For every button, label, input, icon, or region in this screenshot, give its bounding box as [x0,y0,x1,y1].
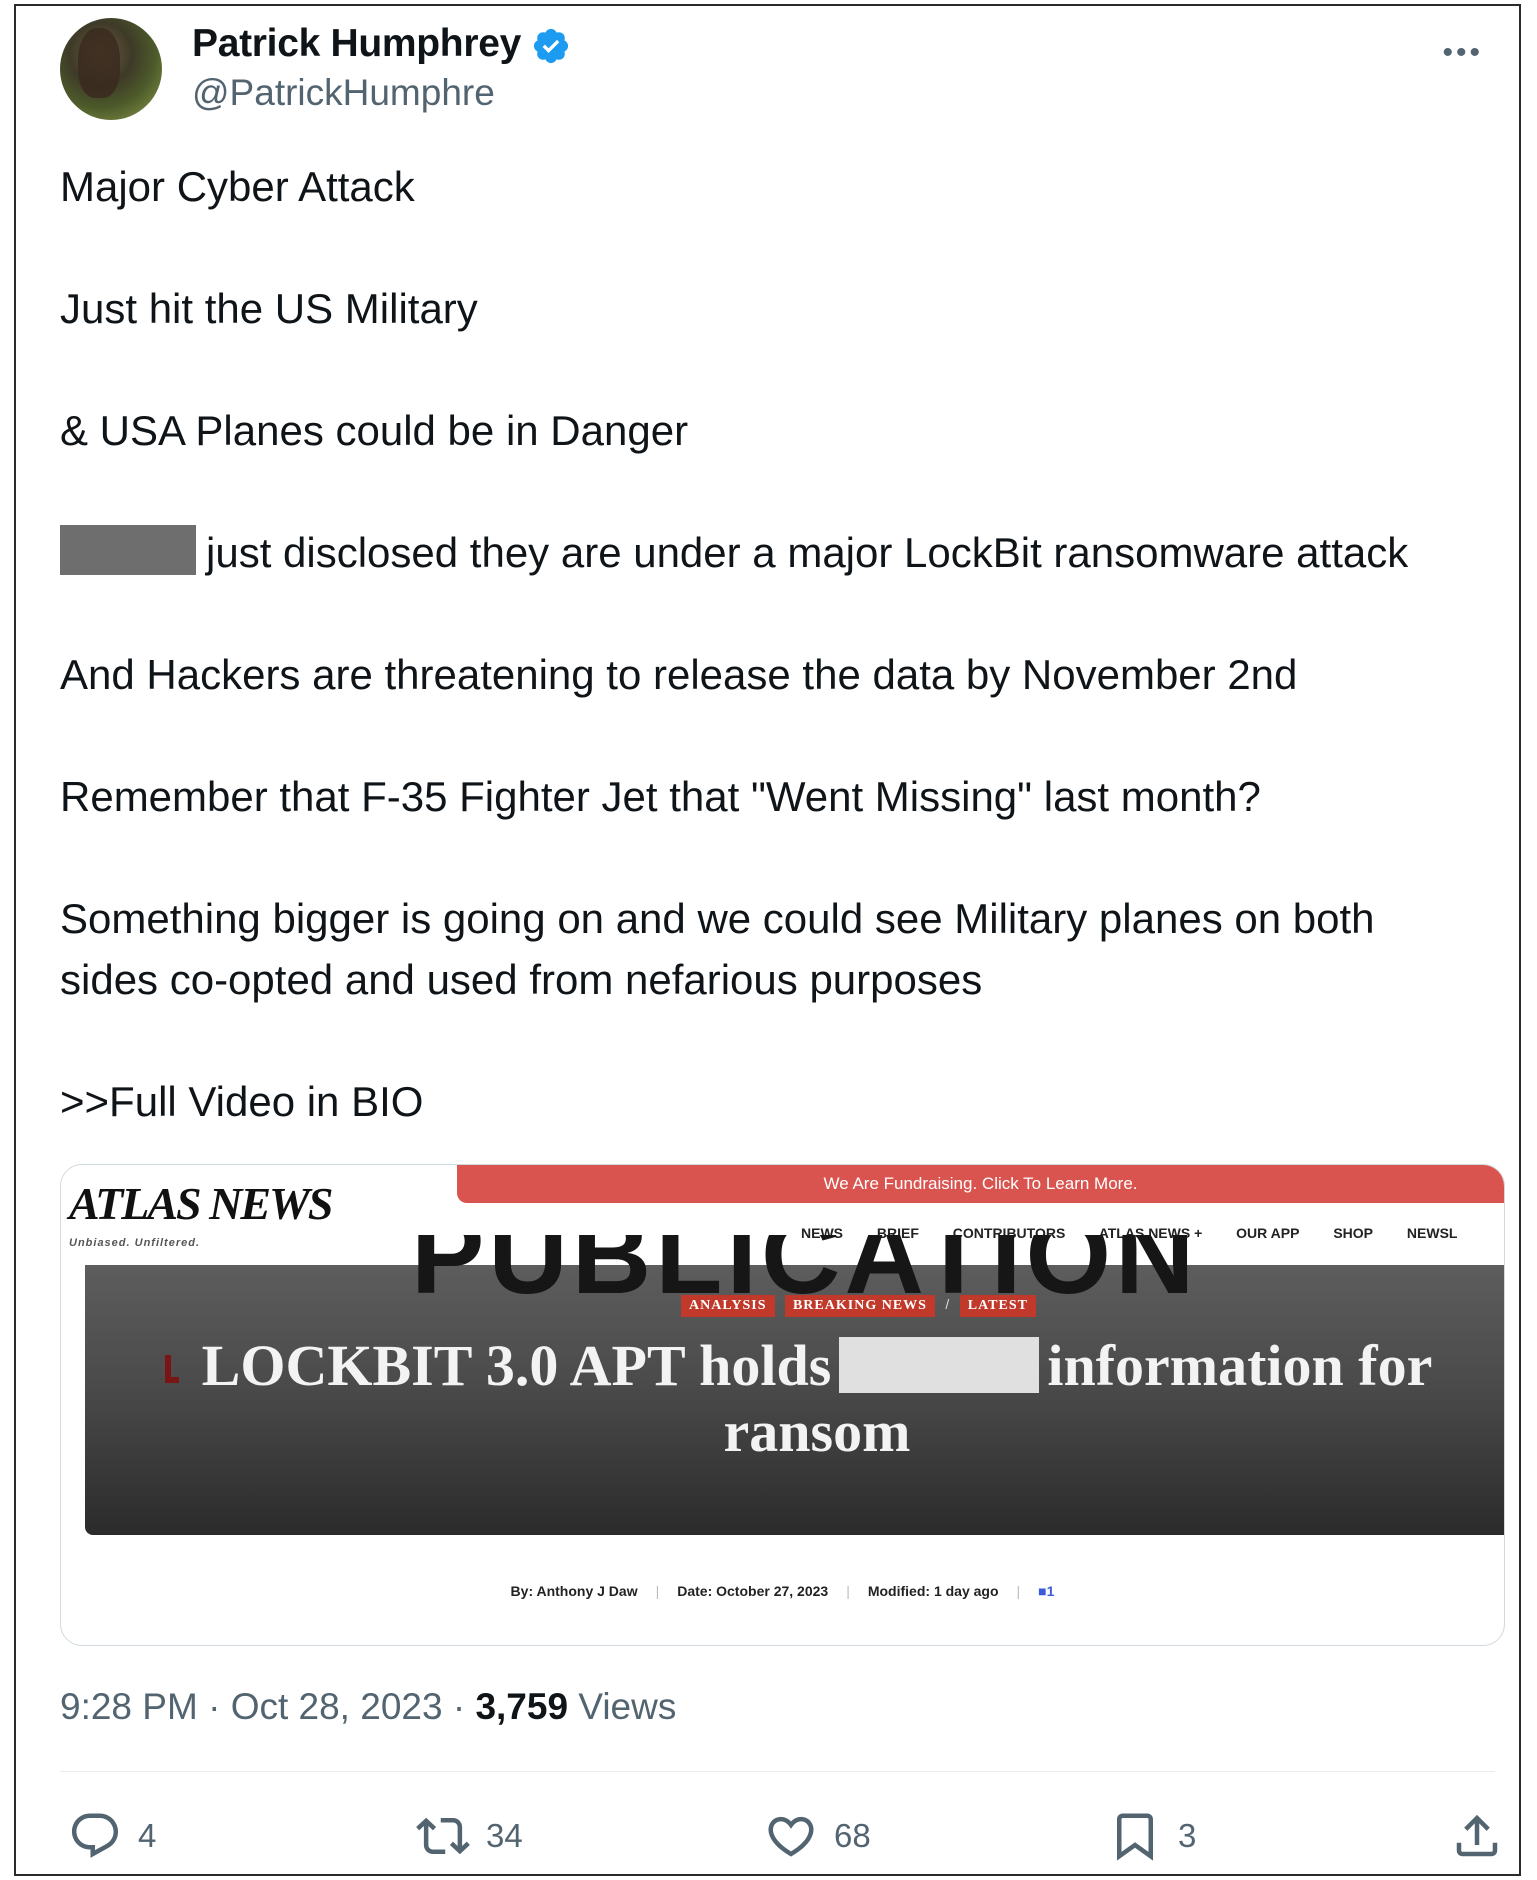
reply-icon [71,1813,119,1858]
verified-badge-icon[interactable] [531,26,571,66]
action-bar: 4 34 68 3 [16,1806,1519,1866]
nav-item-shop[interactable]: SHOP [1333,1225,1373,1241]
redaction-block [60,525,196,575]
divider [60,1771,1495,1772]
nav-item-our-app[interactable]: OUR APP [1236,1225,1299,1241]
bookmark-count: 3 [1178,1817,1197,1854]
tweet-date[interactable]: Oct 28, 2023 [231,1686,443,1727]
badge-breaking-news[interactable]: BREAKING NEWS [784,1295,935,1317]
comment-count: 1 [1046,1583,1055,1599]
comment-icon: ■ [1038,1583,1047,1599]
tweet-time[interactable]: 9:28 PM [60,1686,198,1727]
tweet-meta: 9:28 PM · Oct 28, 2023 · 3,759 Views [60,1686,676,1728]
tweet-line: Major Cyber Attack [60,163,415,210]
views-count: 3,759 [475,1686,569,1727]
fundraising-banner[interactable]: We Are Fundraising. Click To Learn More. [457,1165,1504,1203]
atlas-news-logo: ATLAS NEWS [69,1178,333,1229]
article-headline: LOCKBIT 3.0 APT holds information for ran… [157,1333,1477,1465]
reply-count: 4 [138,1817,157,1854]
share-icon [1456,1814,1498,1857]
badge-latest[interactable]: LATEST [959,1295,1036,1317]
nav-item-newsletter[interactable]: NEWSL [1407,1225,1458,1241]
tweet-line: Remember that F-35 Fighter Jet that "Wen… [60,773,1261,820]
repost-button[interactable]: 34 [416,1806,523,1866]
media-card[interactable]: ATLAS NEWS Unbiased. Unfiltered. We Are … [60,1164,1505,1646]
headline-part-1: LOCKBIT 3.0 APT holds [201,1333,832,1398]
views-label: Views [578,1686,677,1727]
tweet-line: & USA Planes could be in Danger [60,407,689,454]
repost-icon [416,1817,470,1855]
tweet-line: Something bigger is going on and we coul… [60,895,1375,1003]
article-badges: ANALYSIS BREAKING NEWS / LATEST [681,1295,1042,1317]
tweet-line: And Hackers are threatening to release t… [60,651,1298,698]
byline-modified: Modified: 1 day ago [867,1583,999,1599]
tweet-text: Major Cyber Attack Just hit the US Milit… [60,156,1500,1193]
bookmark-icon [1117,1813,1153,1861]
meta-separator: · [208,1686,221,1727]
author-avatar[interactable] [60,18,162,120]
author-handle[interactable]: @PatrickHumphre [192,72,495,114]
article-byline: By: Anthony J Daw | Date: October 27, 2023… [510,1583,1055,1599]
byline-author: By: Anthony J Daw [510,1583,638,1599]
atlas-news-tagline: Unbiased. Unfiltered. [69,1237,201,1249]
like-button[interactable]: 68 [764,1806,871,1866]
byline-date: Date: October 27, 2023 [677,1583,829,1599]
tweet-line: just disclosed they are under a major Lo… [60,522,1500,583]
repost-count: 34 [486,1817,523,1854]
tweet-line-text: just disclosed they are under a major Lo… [206,529,1409,576]
reply-button[interactable]: 4 [68,1806,156,1866]
share-button[interactable] [1450,1806,1504,1866]
heart-icon [768,1816,814,1857]
bookmark-button[interactable]: 3 [1108,1806,1196,1866]
more-options-icon[interactable]: ••• [1442,36,1483,70]
tweet-line: >>Full Video in BIO [60,1078,424,1125]
redaction-block [839,1337,1040,1393]
tweet-line: Just hit the US Military [60,285,478,332]
tweet-frame: Patrick Humphrey @PatrickHumphre ••• Maj… [14,4,1521,1876]
author-display-name[interactable]: Patrick Humphrey [192,22,521,66]
badge-separator: / [945,1296,950,1312]
meta-separator: · [452,1686,466,1727]
like-count: 68 [834,1817,871,1854]
badge-analysis[interactable]: ANALYSIS [681,1295,775,1317]
